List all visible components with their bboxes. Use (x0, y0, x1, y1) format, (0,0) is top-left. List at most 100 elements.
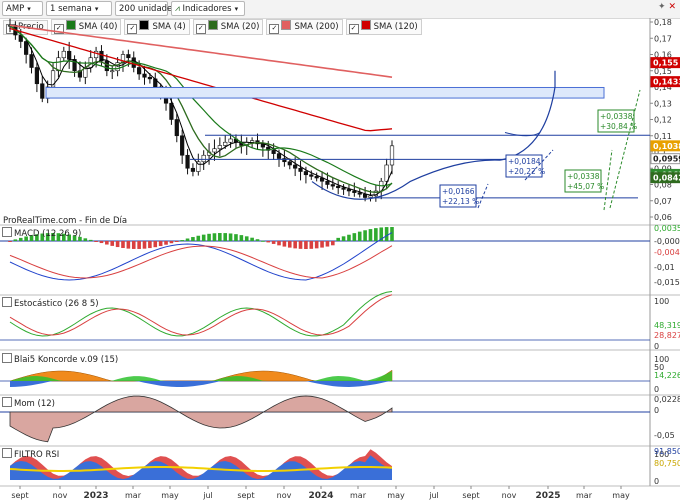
macd-histogram-bar (357, 231, 362, 241)
period-select[interactable]: 1 semana ▾ (46, 1, 112, 16)
candle-body (201, 154, 206, 163)
candle-body (325, 180, 330, 185)
candle-body (244, 141, 249, 146)
stoch-tick-label: 28,827 (654, 331, 680, 340)
legend-label: SMA (40) (78, 22, 118, 32)
indicators-button[interactable]: ⩘ Indicadores ▾ (171, 1, 245, 16)
legend-item[interactable]: ✓ SMA (200) (266, 19, 343, 35)
checkbox-icon[interactable] (2, 353, 12, 363)
checkbox-icon[interactable] (2, 448, 12, 458)
macd-histogram-bar (336, 237, 340, 241)
mom-tick-label: 0,0228 (654, 395, 680, 404)
price-tick-label: 0,07 (654, 197, 672, 206)
candle-body (126, 54, 131, 59)
macd-histogram-bar (379, 227, 384, 241)
checkbox-icon[interactable]: ✓ (53, 24, 64, 34)
candle-body (18, 34, 23, 42)
x-axis-label: jul (428, 491, 439, 500)
candle-body (379, 180, 384, 192)
checkbox-icon[interactable] (2, 397, 12, 407)
checkbox-icon[interactable]: ✓ (195, 24, 206, 34)
candle-body (50, 70, 56, 88)
macd-histogram-bar (137, 241, 141, 249)
legend-item[interactable]: ✓ SMA (4) (124, 19, 190, 35)
legend-item[interactable]: ✓ SMA (40) (50, 19, 122, 35)
legend-item[interactable]: ✓ Precio (3, 20, 48, 35)
panel-title-macd[interactable]: MACD (12 26 9) (2, 227, 81, 239)
price-tick-label: 0,12 (654, 116, 672, 125)
candle-body (228, 138, 233, 143)
chevron-down-icon: ▾ (94, 5, 99, 13)
blai5-tick-label: 50 (654, 363, 664, 372)
panel-title-blai5[interactable]: Blai5 Koncorde v.09 (15) (2, 353, 118, 365)
annotation-box (564, 169, 602, 193)
signal-line (9, 245, 393, 279)
price-badge (650, 172, 680, 184)
candle-body (137, 67, 142, 75)
macd-histogram-bar (88, 239, 93, 241)
legend-item[interactable]: ✓ SMA (20) (192, 19, 264, 35)
candle-body (362, 193, 368, 198)
macd-histogram-bar (325, 241, 330, 247)
candle-body (255, 140, 260, 145)
macd-histogram-bar (244, 236, 249, 241)
price-tick-label: 0,16 (654, 51, 672, 60)
macd-histogram-bar (121, 241, 125, 248)
candle-body (72, 59, 77, 72)
annotation-arrow (603, 149, 613, 211)
blai5-green-area (10, 371, 392, 381)
panel-title-mom[interactable]: Mom (12) (2, 397, 55, 409)
macd-histogram-bar (271, 241, 276, 244)
macd-histogram-bar (110, 241, 115, 246)
sma4-line (9, 24, 393, 196)
candle-body (29, 54, 34, 68)
x-axis-label: jul (202, 491, 213, 500)
candle-body (287, 161, 292, 166)
macd-histogram-bar (131, 241, 136, 249)
handle-curve (504, 132, 541, 137)
checkbox-icon[interactable]: ✓ (6, 24, 16, 34)
macd-histogram-bar (191, 237, 195, 241)
candle-body (309, 174, 314, 177)
candle-body (77, 70, 83, 78)
annotation-text-1: +0,0184 (508, 157, 541, 166)
macd-histogram-bar (341, 236, 346, 241)
macd-histogram-bar (158, 241, 163, 247)
checkbox-icon[interactable]: ✓ (269, 24, 280, 34)
macd-histogram-bar (298, 241, 303, 249)
panel-title-rsi[interactable]: FILTRO RSI (2, 448, 59, 460)
candle-body (88, 57, 93, 68)
panel-title-stoch[interactable]: Estocástico (26 8 5) (2, 297, 99, 309)
checkbox-icon[interactable] (2, 297, 12, 307)
checkbox-icon[interactable]: ✓ (127, 24, 138, 34)
candle-body (389, 145, 395, 166)
macd-histogram-bar (314, 241, 319, 249)
x-axis-label: may (387, 491, 405, 500)
macd-histogram-bar (368, 229, 373, 241)
units-select[interactable]: 200 unidades▾ (115, 1, 183, 16)
annotation-arrow (524, 149, 554, 181)
checkbox-icon[interactable]: ✓ (348, 24, 359, 34)
price-badge (650, 168, 680, 180)
macd-histogram-bar (352, 233, 357, 241)
candle-body (169, 102, 174, 120)
chevron-down-icon: ▾ (234, 5, 239, 13)
macd-histogram-bar (331, 241, 335, 246)
candle-body (67, 50, 72, 60)
close-icon[interactable]: ✕ (668, 2, 676, 12)
x-axis-label: may (161, 491, 179, 500)
macd-histogram-bar (115, 241, 120, 248)
legend-item[interactable]: ✓ SMA (120) (345, 19, 422, 35)
candle-body (223, 141, 228, 146)
checkbox-icon[interactable] (2, 227, 12, 237)
macd-histogram-bar (293, 241, 297, 249)
symbol-select[interactable]: AMP ▾ (2, 1, 43, 16)
price-tick-label: 0,14 (654, 83, 672, 92)
macd-histogram-bar (83, 238, 88, 241)
macd-histogram-bar (218, 233, 222, 241)
price-badge-label: 0,0862 (653, 170, 680, 179)
candle-body (298, 167, 303, 172)
sma120-line (9, 27, 393, 132)
annotation-box (597, 109, 635, 133)
settings-icon[interactable]: ✦ (658, 2, 666, 12)
